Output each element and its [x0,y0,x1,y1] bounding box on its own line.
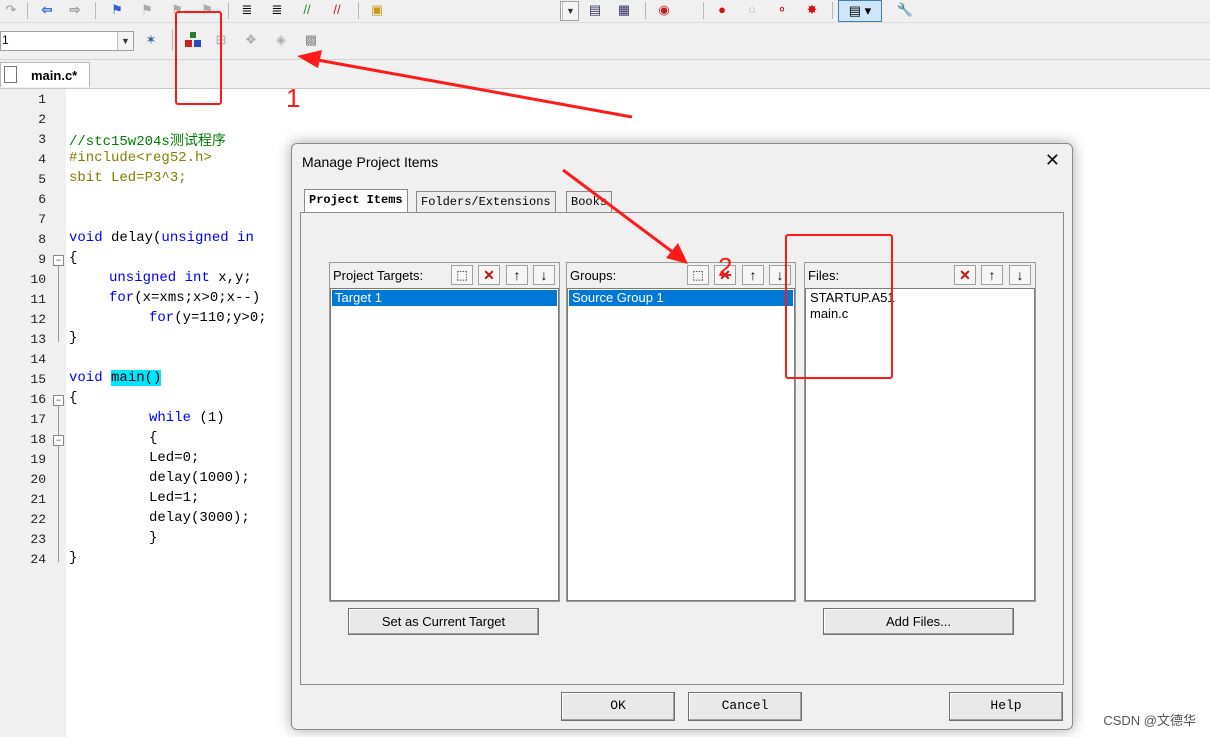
annotation-arrow-1 [311,57,633,119]
arrowhead-1 [297,50,322,68]
watermark: CSDN @文德华 [1103,713,1196,728]
annotation-arrows [297,50,688,264]
annotation-arrow-2 [562,168,679,258]
arrowhead-2 [666,243,688,264]
